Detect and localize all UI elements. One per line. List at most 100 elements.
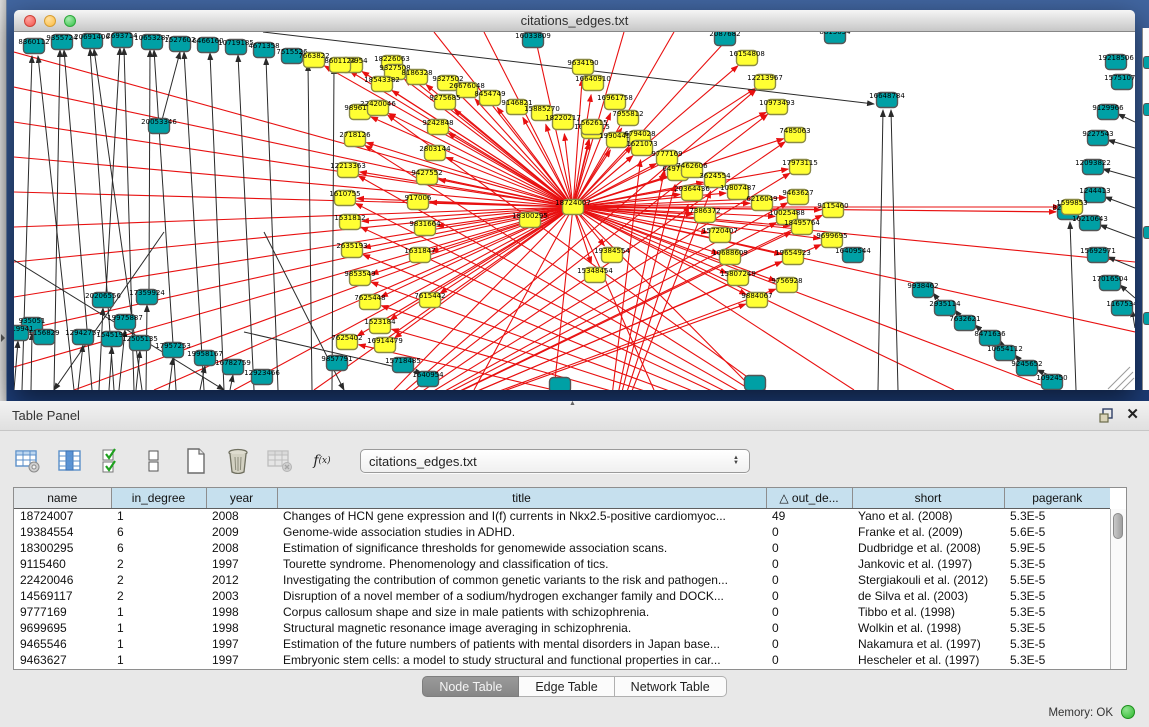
network-canvas[interactable]: 8360112935572420691406269371410653287152… [14,32,1135,390]
cell-short[interactable]: Jankovic et al. (1997) [852,556,1004,572]
cell-short[interactable]: Wolkin et al. (1998) [852,620,1004,636]
table-row[interactable]: 1938455462009Genome-wide association stu… [14,524,1110,540]
cell-title[interactable]: Investigating the contribution of common… [277,572,766,588]
cell-year[interactable]: 1998 [206,604,277,620]
cell-out[interactable]: 0 [766,588,852,604]
column-header-pagerank[interactable]: pagerank [1004,488,1110,508]
cell-page[interactable]: 5.3E-5 [1004,604,1110,620]
column-header-out_de[interactable]: △ out_de... [766,488,852,508]
float-panel-icon[interactable] [1099,408,1114,423]
window-titlebar[interactable]: citations_edges.txt [14,10,1135,32]
cell-out[interactable]: 0 [766,524,852,540]
select-columns-icon[interactable] [56,447,84,475]
cell-name[interactable]: 14569117 [14,588,111,604]
table-row[interactable]: 2242004622012Investigating the contribut… [14,572,1110,588]
graph-node[interactable] [550,378,571,391]
table-row[interactable]: 977716911998Corpus callosum shape and si… [14,604,1110,620]
cell-title[interactable]: Embryonic stem cells: a model to study s… [277,652,766,668]
table-row[interactable]: 1456911722003Disruption of a novel membe… [14,588,1110,604]
cell-short[interactable]: Yano et al. (2008) [852,508,1004,524]
table-row[interactable]: 946554611997Estimation of the future num… [14,636,1110,652]
cell-deg[interactable]: 6 [111,524,206,540]
cell-deg[interactable]: 6 [111,540,206,556]
cell-name[interactable]: 9699695 [14,620,111,636]
cell-title[interactable]: Disruption of a novel member of a sodium… [277,588,766,604]
cell-short[interactable]: Dudbridge et al. (2008) [852,540,1004,556]
cell-out[interactable]: 0 [766,540,852,556]
table-settings-icon[interactable] [14,447,42,475]
cell-page[interactable]: 5.5E-5 [1004,572,1110,588]
column-header-name[interactable]: name [14,488,111,508]
cell-page[interactable]: 5.3E-5 [1004,636,1110,652]
cell-year[interactable]: 2012 [206,572,277,588]
cell-name[interactable]: 19384554 [14,524,111,540]
cell-name[interactable]: 9777169 [14,604,111,620]
cell-name[interactable]: 9115460 [14,556,111,572]
tab-node-table[interactable]: Node Table [422,676,519,697]
cell-page[interactable]: 5.3E-5 [1004,588,1110,604]
function-builder-icon[interactable]: f(x) [308,447,336,475]
scrollbar-thumb[interactable] [1113,513,1123,539]
cell-short[interactable]: de Silva et al. (2003) [852,588,1004,604]
delete-icon[interactable] [224,447,252,475]
table-scrollbar[interactable] [1110,509,1126,669]
cell-year[interactable]: 1997 [206,556,277,572]
zoom-window-button[interactable] [64,15,76,27]
cell-year[interactable]: 2008 [206,508,277,524]
divider-handle[interactable]: ▲ [569,400,576,407]
table-row[interactable]: 911546021997Tourette syndrome. Phenomeno… [14,556,1110,572]
cell-out[interactable]: 0 [766,620,852,636]
cell-deg[interactable]: 2 [111,556,206,572]
cell-deg[interactable]: 1 [111,508,206,524]
delete-table-icon[interactable] [266,447,294,475]
cell-deg[interactable]: 1 [111,636,206,652]
cell-year[interactable]: 1997 [206,636,277,652]
cell-out[interactable]: 0 [766,636,852,652]
cell-year[interactable]: 1998 [206,620,277,636]
deselect-all-icon[interactable] [140,447,168,475]
cell-name[interactable]: 18724007 [14,508,111,524]
cell-page[interactable]: 5.6E-5 [1004,524,1110,540]
cell-title[interactable]: Estimation of the future numbers of pati… [277,636,766,652]
cell-title[interactable]: Genome-wide association studies in ADHD. [277,524,766,540]
cell-title[interactable]: Changes of HCN gene expression and I(f) … [277,508,766,524]
cell-name[interactable]: 9465546 [14,636,111,652]
cell-deg[interactable]: 1 [111,620,206,636]
cell-deg[interactable]: 2 [111,572,206,588]
cell-out[interactable]: 0 [766,556,852,572]
cell-short[interactable]: Tibbo et al. (1998) [852,604,1004,620]
cell-name[interactable]: 18300295 [14,540,111,556]
new-file-icon[interactable] [182,447,210,475]
cell-out[interactable]: 0 [766,604,852,620]
cell-page[interactable]: 5.9E-5 [1004,540,1110,556]
cell-page[interactable]: 5.3E-5 [1004,620,1110,636]
table-row[interactable]: 1830029562008Estimation of significance … [14,540,1110,556]
citation-network-graph[interactable]: 8360112935572420691406269371410653287152… [14,32,1135,390]
cell-deg[interactable]: 1 [111,652,206,668]
cell-page[interactable]: 5.3E-5 [1004,652,1110,668]
tab-network-table[interactable]: Network Table [615,676,727,697]
cell-deg[interactable]: 2 [111,588,206,604]
cell-year[interactable]: 2009 [206,524,277,540]
minimize-window-button[interactable] [44,15,56,27]
cell-name[interactable]: 22420046 [14,572,111,588]
cell-out[interactable]: 0 [766,572,852,588]
collapse-arrow-icon[interactable] [1,334,5,342]
cell-out[interactable]: 49 [766,508,852,524]
cell-name[interactable]: 9463627 [14,652,111,668]
cell-title[interactable]: Corpus callosum shape and size in male p… [277,604,766,620]
column-header-short[interactable]: short [852,488,1004,508]
table-row[interactable]: 1872400712008Changes of HCN gene express… [14,508,1110,524]
cell-short[interactable]: Nakamura et al. (1997) [852,636,1004,652]
cell-page[interactable]: 5.3E-5 [1004,508,1110,524]
close-window-button[interactable] [24,15,36,27]
table-row[interactable]: 969969511998Structural magnetic resonanc… [14,620,1110,636]
cell-title[interactable]: Estimation of significance thresholds fo… [277,540,766,556]
tab-edge-table[interactable]: Edge Table [519,676,614,697]
cell-short[interactable]: Franke et al. (2009) [852,524,1004,540]
table-selector-dropdown[interactable]: citations_edges.txt ▲▼ [360,449,750,473]
cell-short[interactable]: Stergiakouli et al. (2012) [852,572,1004,588]
cell-page[interactable]: 5.3E-5 [1004,556,1110,572]
close-panel-icon[interactable]: ✕ [1126,406,1139,424]
column-header-year[interactable]: year [206,488,277,508]
